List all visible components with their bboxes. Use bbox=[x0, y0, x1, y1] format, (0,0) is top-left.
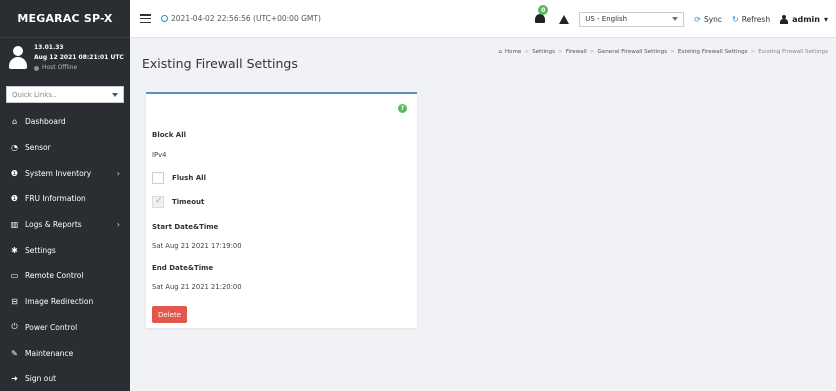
sync-button[interactable]: ⟳ Sync bbox=[694, 15, 722, 24]
breadcrumb-general-firewall[interactable]: General Firewall Settings bbox=[597, 49, 667, 55]
caret-down-icon bbox=[672, 17, 679, 21]
breadcrumb-current: Existing Firewall Settings bbox=[758, 49, 828, 55]
chevron-right-icon: › bbox=[116, 220, 120, 230]
protocol-value: IPv4 bbox=[152, 151, 167, 159]
sidebar-item-settings[interactable]: ✱ Settings bbox=[0, 237, 130, 263]
caret-down-icon bbox=[112, 92, 118, 97]
firewall-rule-card: ? Block All IPv4 Flush All Timeout Start… bbox=[146, 92, 417, 328]
brand-logo: MEGARAC SP-X bbox=[0, 0, 130, 38]
delete-button[interactable]: Delete bbox=[152, 306, 187, 323]
sync-icon: ⟳ bbox=[694, 14, 701, 24]
host-status: Host Offline bbox=[34, 63, 124, 73]
notifications-button[interactable]: 0 bbox=[535, 5, 549, 26]
sidebar: MEGARAC SP-X 13.01.33 Aug 12 2021 08:21:… bbox=[0, 0, 130, 391]
breadcrumb-existing-firewall[interactable]: Existing Firewall Settings bbox=[678, 49, 748, 55]
chevron-right-icon: › bbox=[116, 168, 120, 178]
sidebar-item-sign-out[interactable]: ➜ Sign out bbox=[0, 366, 130, 391]
timeout-checkbox[interactable] bbox=[152, 196, 164, 208]
start-datetime-value: Sat Aug 21 2021 17:19:00 bbox=[152, 242, 242, 250]
disk-icon: ⊟ bbox=[11, 297, 18, 307]
sidebar-item-fru-information[interactable]: ❶ FRU Information bbox=[0, 186, 130, 212]
user-icon bbox=[780, 14, 789, 24]
end-datetime-value: Sat Aug 21 2021 21:20:00 bbox=[152, 283, 242, 291]
breadcrumb-settings[interactable]: Settings bbox=[532, 49, 555, 55]
home-icon: ⌂ bbox=[498, 49, 502, 55]
firmware-version: 13.01.33 bbox=[34, 44, 64, 51]
rule-title: Block All bbox=[152, 131, 187, 139]
sidebar-nav: ⌂ Dashboard ◔ Sensor ❶ System Inventory › ❶F… bbox=[0, 109, 130, 391]
user-panel: 13.01.33 Aug 12 2021 08:21:01 UTC Host O… bbox=[0, 38, 130, 78]
status-dot-icon bbox=[34, 65, 39, 71]
chart-icon: ▥ bbox=[10, 220, 19, 230]
top-bar: 2021-04-02 22:56:56 (UTC+00:00 GMT) 0 US… bbox=[130, 0, 836, 38]
avatar bbox=[8, 46, 28, 70]
start-datetime-label: Start Date&Time bbox=[152, 223, 219, 231]
sidebar-item-logs-reports[interactable]: ▥ Logs & Reports › bbox=[0, 212, 130, 238]
gear-icon: ✱ bbox=[11, 245, 18, 255]
menu-toggle-icon[interactable] bbox=[140, 14, 151, 23]
sidebar-item-sensor[interactable]: ◔ Sensor bbox=[0, 135, 130, 161]
help-icon[interactable]: ? bbox=[398, 104, 407, 113]
wrench-icon: ✎ bbox=[11, 348, 18, 358]
sidebar-item-maintenance[interactable]: ✎ Maintenance bbox=[0, 340, 130, 366]
sidebar-item-dashboard[interactable]: ⌂ Dashboard bbox=[0, 109, 130, 135]
warning-icon[interactable] bbox=[559, 14, 570, 24]
user-menu[interactable]: admin ▾ bbox=[780, 14, 828, 24]
caret-down-icon: ▾ bbox=[823, 14, 828, 24]
home-icon: ⌂ bbox=[11, 117, 18, 127]
page-title: Existing Firewall Settings bbox=[142, 56, 298, 71]
gauge-icon: ◔ bbox=[11, 143, 18, 153]
sidebar-item-system-inventory[interactable]: ❶ System Inventory › bbox=[0, 160, 130, 186]
flush-all-checkbox[interactable] bbox=[152, 172, 164, 184]
power-icon: ⏻ bbox=[11, 322, 18, 332]
refresh-icon: ↻ bbox=[732, 14, 739, 24]
end-datetime-label: End Date&Time bbox=[152, 264, 214, 272]
flush-all-label: Flush All bbox=[172, 174, 206, 182]
notification-badge: 0 bbox=[538, 5, 549, 15]
server-clock: 2021-04-02 22:56:56 (UTC+00:00 GMT) bbox=[161, 14, 321, 23]
breadcrumb: ⌂ Home > Settings > Firewall > General F… bbox=[498, 49, 828, 55]
sidebar-item-image-redirection[interactable]: ⊟ Image Redirection bbox=[0, 289, 130, 315]
bell-icon bbox=[535, 14, 546, 23]
sidebar-item-power-control[interactable]: ⏻ Power Control bbox=[0, 315, 130, 341]
quick-links-select[interactable]: Quick Links.. bbox=[6, 86, 124, 103]
breadcrumb-home[interactable]: Home bbox=[505, 49, 522, 55]
info-icon: ❶ bbox=[10, 194, 19, 204]
language-select[interactable]: US - English bbox=[579, 11, 685, 27]
sidebar-item-remote-control[interactable]: ▭ Remote Control bbox=[0, 263, 130, 289]
monitor-icon: ▭ bbox=[10, 271, 19, 281]
quick-links-placeholder: Quick Links.. bbox=[12, 90, 57, 99]
timeout-label: Timeout bbox=[172, 198, 205, 206]
user-datetime: Aug 12 2021 08:21:01 UTC bbox=[34, 54, 124, 61]
signout-icon: ➜ bbox=[11, 374, 18, 384]
breadcrumb-firewall[interactable]: Firewall bbox=[566, 49, 587, 55]
refresh-button[interactable]: ↻ Refresh bbox=[732, 15, 770, 24]
info-icon: ❶ bbox=[10, 168, 19, 178]
clock-icon bbox=[161, 15, 168, 22]
